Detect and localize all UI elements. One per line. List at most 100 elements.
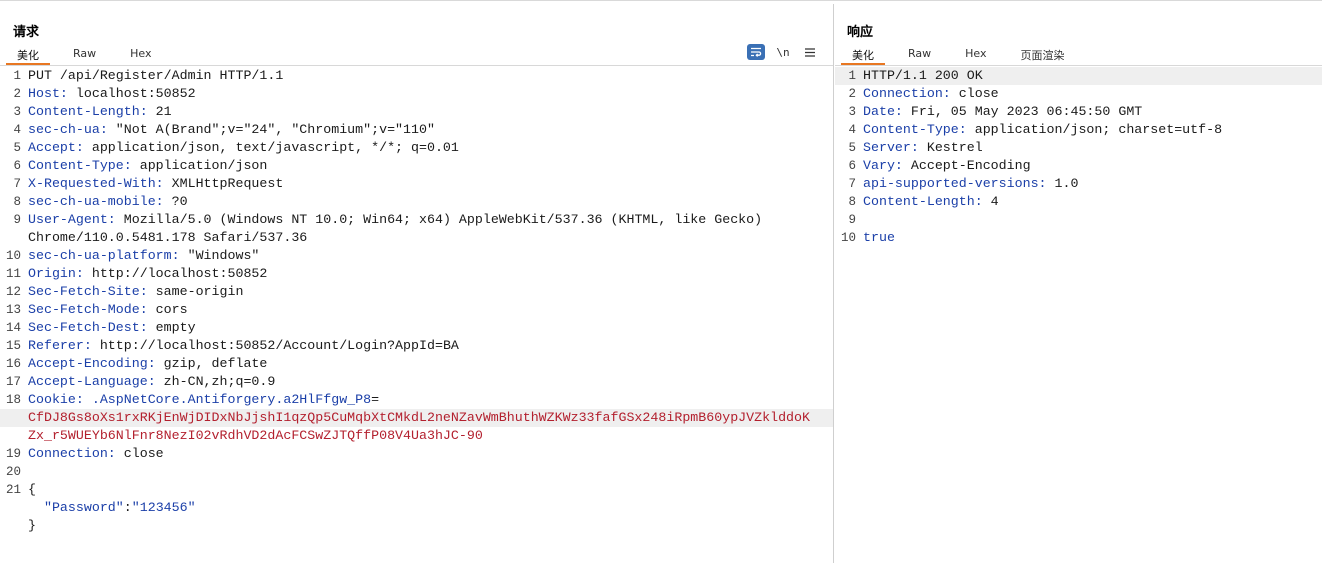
line-number: 2 xyxy=(13,87,21,101)
header-value: XMLHttpRequest xyxy=(163,176,284,191)
code-line: 4 sec-ch-ua: "Not A(Brand";v="24", "Chrom… xyxy=(0,121,833,139)
code-line: 21 { xyxy=(0,481,833,499)
line-content: Chrome/110.0.5481.178 Safari/537.36 xyxy=(28,229,307,247)
code-line: 8 sec-ch-ua-mobile: ?0 xyxy=(0,193,833,211)
code-line: 3 Date: Fri, 05 May 2023 06:45:50 GMT xyxy=(835,103,1322,121)
header-name: sec-ch-ua: xyxy=(28,122,108,137)
header-name: X-Requested-With: xyxy=(28,176,164,191)
line-number: 3 xyxy=(13,105,21,119)
line-number: 4 xyxy=(848,123,856,137)
code-line: 13 Sec-Fetch-Mode: cors xyxy=(0,301,833,319)
cookie-value: CfDJ8Gs8oXs1rxRKjEnWjDIDxNbJjshI1qzQp5Cu… xyxy=(28,410,810,425)
code-line: Zx_r5WUEYb6NlFnr8NezI02vRdhVD2dAcFCSwZJT… xyxy=(0,427,833,445)
wrap-lines-icon[interactable] xyxy=(747,44,765,60)
line-number: 3 xyxy=(848,105,856,119)
header-value: application/json; charset=utf-8 xyxy=(966,122,1223,137)
line-content: sec-ch-ua-platform: "Windows" xyxy=(28,247,259,265)
line-number: 20 xyxy=(5,465,21,479)
request-toolbar: \n xyxy=(738,44,819,60)
line-content: X-Requested-With: XMLHttpRequest xyxy=(28,175,283,193)
header-name: Server: xyxy=(863,140,919,155)
line-content: Origin: http://localhost:50852 xyxy=(28,265,267,283)
line-number: 17 xyxy=(5,375,21,389)
request-tab-raw[interactable]: Raw xyxy=(62,45,107,65)
response-tab-pretty[interactable]: 美化 xyxy=(841,45,885,65)
line-number: 18 xyxy=(5,393,21,407)
line-number: 11 xyxy=(5,267,21,281)
line-content: Connection: close xyxy=(28,445,164,463)
line-content: Accept: application/json, text/javascrip… xyxy=(28,139,459,157)
code-line: 18 Cookie: .AspNetCore.Antiforgery.a2HlFf… xyxy=(0,391,833,409)
code-line: 10 sec-ch-ua-platform: "Windows" xyxy=(0,247,833,265)
header-value: = xyxy=(371,392,380,407)
request-title: 请求 xyxy=(13,25,40,40)
code-line: 16 Accept-Encoding: gzip, deflate xyxy=(0,355,833,373)
line-content: Content-Length: 4 xyxy=(863,193,999,211)
request-tab-hex[interactable]: Hex xyxy=(119,45,162,65)
code-line: 9 User-Agent: Mozilla/5.0 (Windows NT 10.… xyxy=(0,211,833,229)
code-line: CfDJ8Gs8oXs1rxRKjEnWjDIDxNbJjshI1qzQp5Cu… xyxy=(0,409,833,427)
json-value: "123456" xyxy=(131,500,196,515)
newline-toggle-button[interactable]: \n xyxy=(774,44,792,60)
line-number: 6 xyxy=(848,159,856,173)
header-name: Content-Type: xyxy=(28,158,132,173)
response-tab-render[interactable]: 页面渲染 xyxy=(1010,45,1076,65)
line-content: Vary: Accept-Encoding xyxy=(863,157,1031,175)
line-content: Host: localhost:50852 xyxy=(28,85,196,103)
header-name: Content-Length: xyxy=(863,194,983,209)
line-number: 6 xyxy=(13,159,21,173)
line-number: 13 xyxy=(5,303,21,317)
header-value: close xyxy=(115,446,164,461)
code-line: 14 Sec-Fetch-Dest: empty xyxy=(0,319,833,337)
request-editor[interactable]: 1 PUT /api/Register/Admin HTTP/1.1 2 Host: … xyxy=(0,67,833,563)
request-tab-pretty[interactable]: 美化 xyxy=(6,45,50,65)
line-number: 7 xyxy=(13,177,21,191)
header-value: "Windows" xyxy=(179,248,260,263)
line-number: 5 xyxy=(13,141,21,155)
line-number: 19 xyxy=(5,447,21,461)
response-tab-divider xyxy=(835,65,1322,66)
header-name: Accept-Language: xyxy=(28,374,156,389)
line-content: Connection: close xyxy=(863,85,999,103)
response-tab-raw[interactable]: Raw xyxy=(897,45,942,65)
code-line: 1 HTTP/1.1 200 OK xyxy=(835,67,1322,85)
code-line: 5 Accept: application/json, text/javascri… xyxy=(0,139,833,157)
code-line: 7 api-supported-versions: 1.0 xyxy=(835,175,1322,193)
line-number: 16 xyxy=(5,357,21,371)
code-line: 9 xyxy=(835,211,1322,229)
header-name: User-Agent: xyxy=(28,212,116,227)
header-value: 4 xyxy=(982,194,999,209)
code-line: 19 Connection: close xyxy=(0,445,833,463)
line-content: Sec-Fetch-Site: same-origin xyxy=(28,283,243,301)
line-content: Content-Length: 21 xyxy=(28,103,172,121)
code-line: 17 Accept-Language: zh-CN,zh;q=0.9 xyxy=(0,373,833,391)
line-content: Cookie: .AspNetCore.Antiforgery.a2HlFfgw… xyxy=(28,391,379,409)
line-number: 4 xyxy=(13,123,21,137)
response-tab-hex[interactable]: Hex xyxy=(954,45,997,65)
line-number: 21 xyxy=(5,483,21,497)
code-line: "Password":"123456" xyxy=(0,499,833,517)
line-content: { xyxy=(28,481,36,499)
header-value: Chrome/110.0.5481.178 Safari/537.36 xyxy=(28,230,308,245)
header-value: zh-CN,zh;q=0.9 xyxy=(155,374,276,389)
header-name: api-supported-versions: xyxy=(863,176,1047,191)
json-key: "Password" xyxy=(28,500,124,515)
line-number: 1 xyxy=(13,69,21,83)
menu-icon[interactable] xyxy=(801,44,819,60)
header-value: Accept-Encoding xyxy=(902,158,1031,173)
line-number: 9 xyxy=(848,213,856,227)
header-value: empty xyxy=(147,320,196,335)
line-content: CfDJ8Gs8oXs1rxRKjEnWjDIDxNbJjshI1qzQp5Cu… xyxy=(28,409,810,427)
code-line: 6 Vary: Accept-Encoding xyxy=(835,157,1322,175)
line-content: PUT /api/Register/Admin HTTP/1.1 xyxy=(28,67,283,85)
request-tabs: 美化 Raw Hex xyxy=(6,45,175,65)
request-tab-divider xyxy=(0,65,833,66)
code-line: 3 Content-Length: 21 xyxy=(0,103,833,121)
line-text: } xyxy=(28,518,36,533)
response-tabs: 美化 Raw Hex 页面渲染 xyxy=(841,45,1088,65)
request-pane: 请求 美化 Raw Hex \n 1 PUT /api/Register/Admi… xyxy=(0,4,834,563)
line-content: HTTP/1.1 200 OK xyxy=(863,67,983,85)
header-name: Sec-Fetch-Mode: xyxy=(28,302,148,317)
response-editor[interactable]: 1 HTTP/1.1 200 OK 2 Connection: close 3 Date:… xyxy=(835,67,1322,563)
header-name: Accept-Encoding: xyxy=(28,356,156,371)
